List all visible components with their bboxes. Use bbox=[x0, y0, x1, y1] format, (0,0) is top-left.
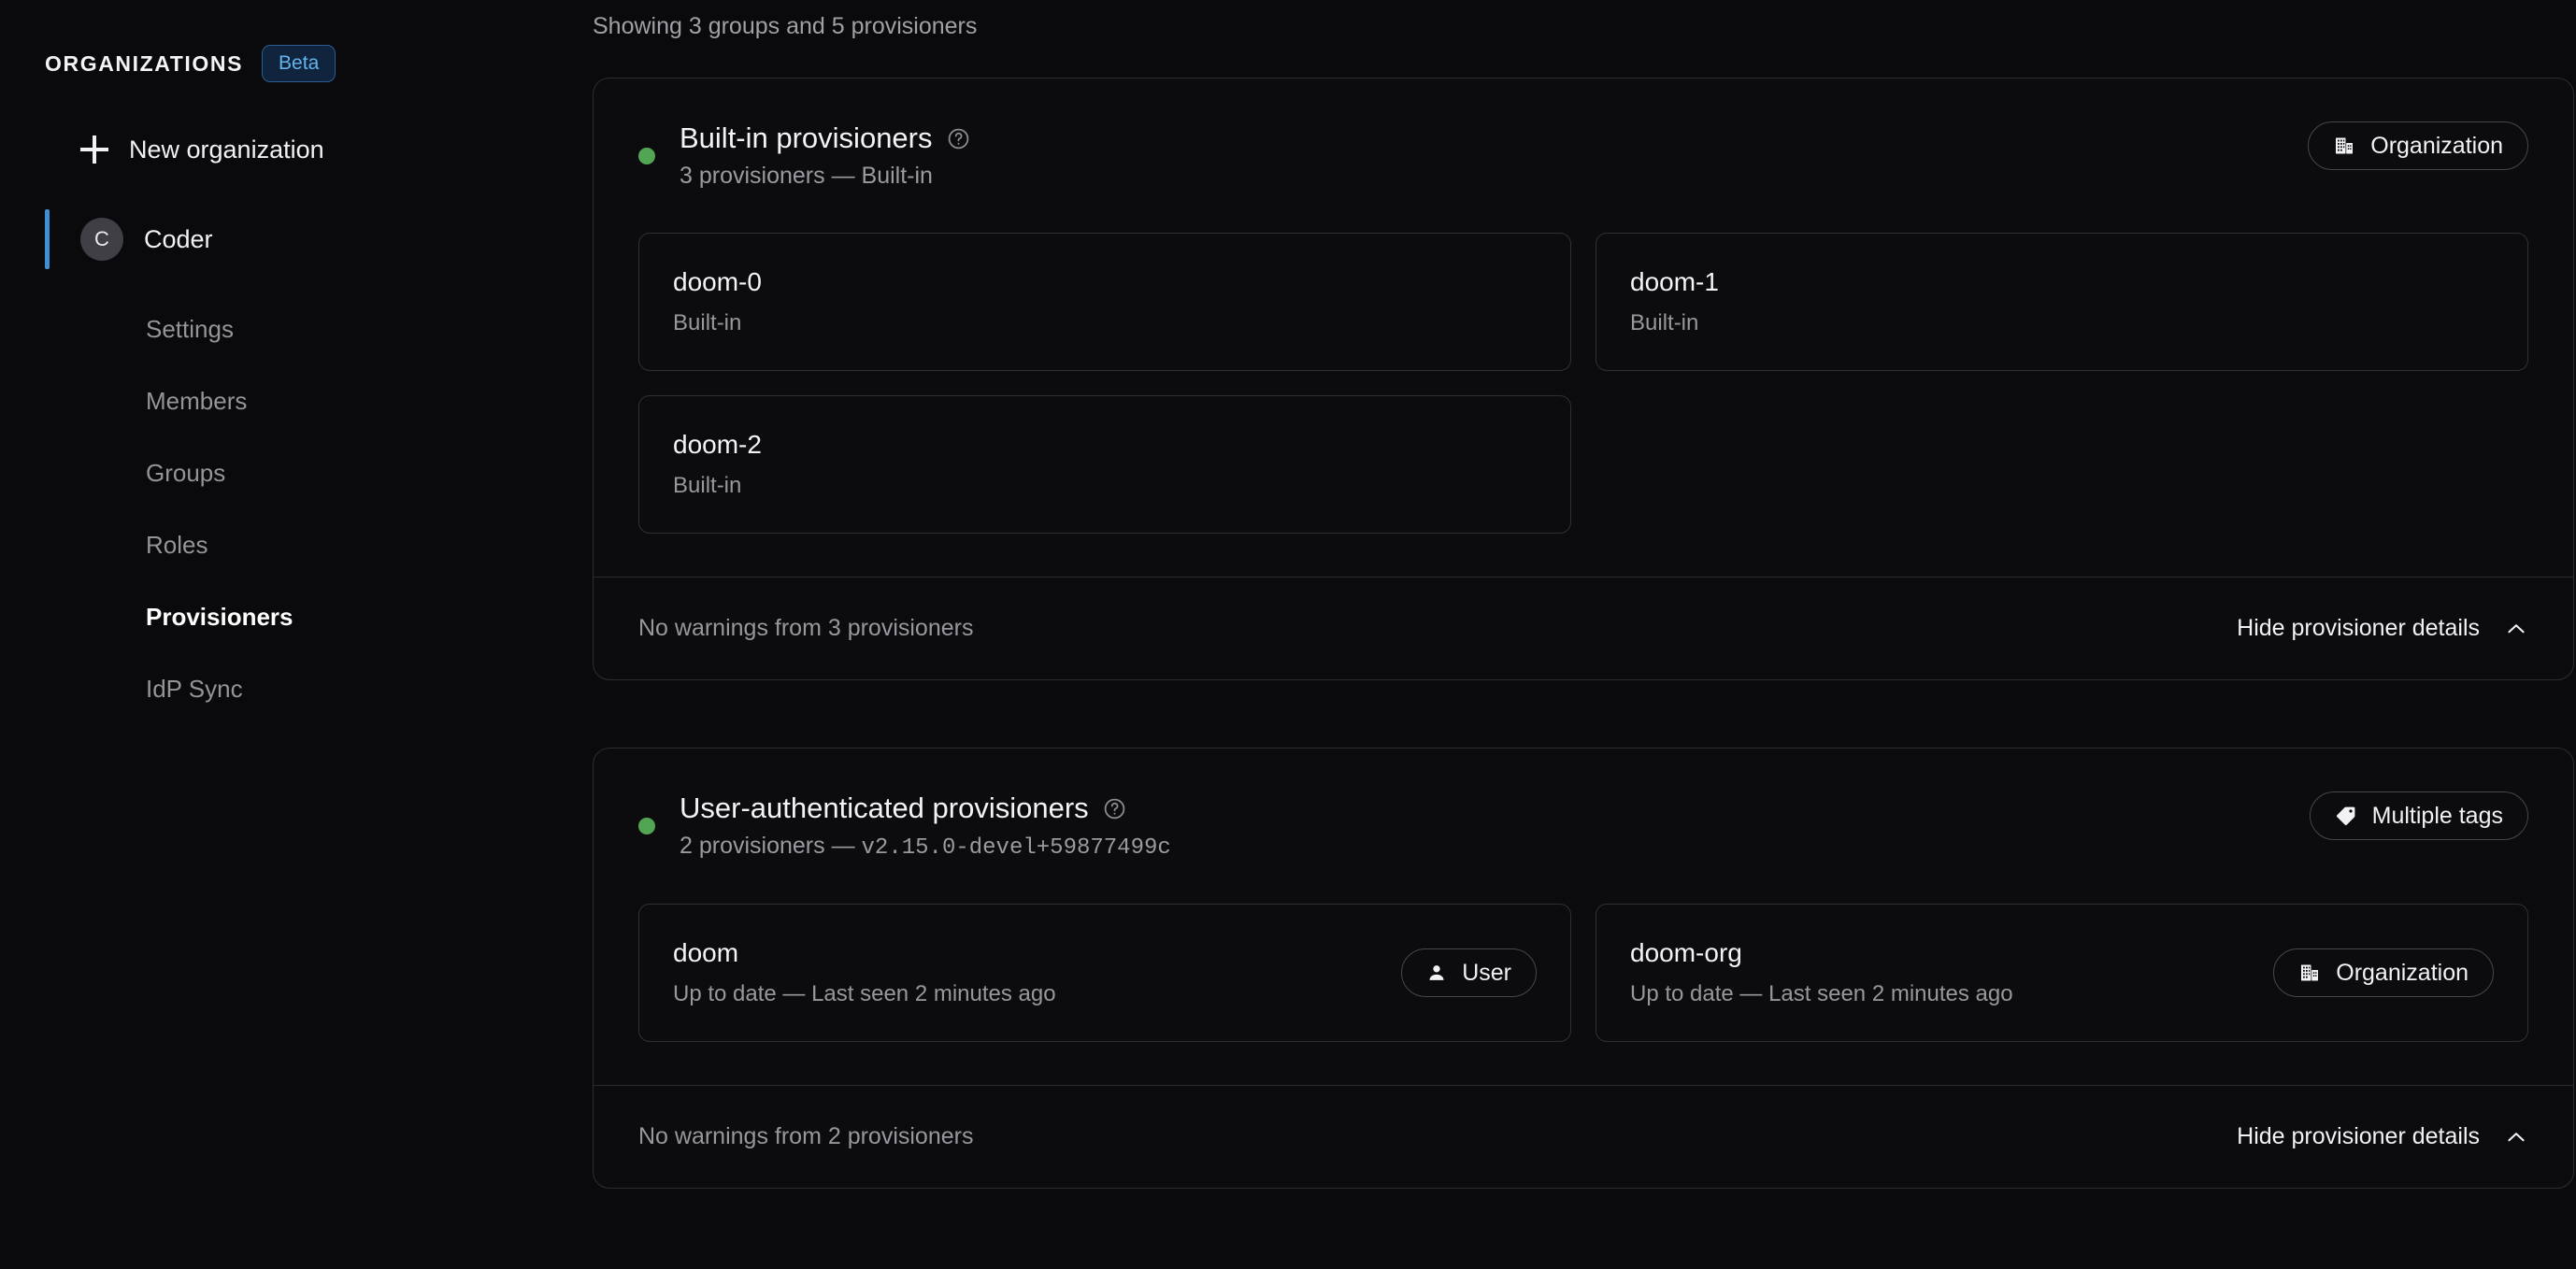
group-subtitle-value: Built-in bbox=[861, 163, 933, 189]
group-badge-label: Multiple tags bbox=[2371, 802, 2503, 829]
chevron-up-icon bbox=[2504, 617, 2528, 641]
footer-warning-text: No warnings from 2 provisioners bbox=[638, 1123, 974, 1149]
new-organization-label: New organization bbox=[129, 135, 324, 164]
provisioner-badge-label: User bbox=[1462, 959, 1511, 986]
sidebar-org-label: Coder bbox=[144, 224, 213, 253]
group-card-body: User-authenticated provisioners 2 provis… bbox=[594, 749, 2573, 1085]
hide-provisioner-details-button[interactable]: Hide provisioner details bbox=[2237, 615, 2528, 642]
group-subtitle: 3 provisioners — Built-in bbox=[680, 163, 970, 190]
group-subtitle-prefix: 3 provisioners — bbox=[680, 163, 862, 189]
group-badge-organization[interactable]: Organization bbox=[2308, 121, 2528, 170]
building-icon bbox=[2298, 962, 2321, 984]
provisioner-name: doom-2 bbox=[673, 430, 762, 459]
main-content: Showing 3 groups and 5 provisioners Buil… bbox=[593, 0, 2576, 1269]
provisioner-card[interactable]: doom-2 Built-in bbox=[638, 395, 1571, 534]
group-badge-multiple-tags[interactable]: Multiple tags bbox=[2309, 791, 2528, 840]
sidebar-item-label: Groups bbox=[146, 459, 226, 487]
tag-icon bbox=[2335, 805, 2357, 827]
group-header-left: Built-in provisioners 3 provisioners — B… bbox=[638, 121, 970, 190]
provisioner-meta: Up to date — Last seen 2 minutes ago bbox=[1630, 981, 2013, 1006]
group-footer: No warnings from 2 provisioners Hide pro… bbox=[594, 1085, 2573, 1188]
sidebar-item-label: Roles bbox=[146, 531, 208, 559]
group-title: Built-in provisioners bbox=[680, 121, 933, 154]
group-title-block: Built-in provisioners 3 provisioners — B… bbox=[680, 121, 970, 190]
group-header: Built-in provisioners 3 provisioners — B… bbox=[638, 121, 2528, 190]
provisioners-page: ORGANIZATIONS Beta New organization C Co… bbox=[0, 0, 2576, 1269]
building-icon bbox=[2333, 135, 2355, 157]
hide-provisioner-details-label: Hide provisioner details bbox=[2237, 615, 2480, 641]
provisioner-card[interactable]: doom-0 Built-in bbox=[638, 233, 1571, 371]
provisioner-name: doom-0 bbox=[673, 267, 762, 296]
plus-icon bbox=[80, 135, 108, 164]
provisioner-meta: Built-in bbox=[673, 473, 742, 498]
status-dot-healthy bbox=[638, 147, 655, 164]
help-circle-icon[interactable] bbox=[947, 127, 970, 150]
user-icon bbox=[1426, 962, 1447, 983]
hide-provisioner-details-label: Hide provisioner details bbox=[2237, 1123, 2480, 1149]
provisioner-card-info: doom Up to date — Last seen 2 minutes ag… bbox=[673, 938, 1056, 1007]
sidebar-section-title: ORGANIZATIONS bbox=[45, 50, 244, 76]
sidebar-item-idp-sync[interactable]: IdP Sync bbox=[146, 653, 593, 725]
sidebar-section-header: ORGANIZATIONS Beta bbox=[0, 45, 593, 82]
group-title-block: User-authenticated provisioners 2 provis… bbox=[680, 791, 1171, 861]
help-circle-icon[interactable] bbox=[1103, 797, 1126, 820]
provisioner-badge-user[interactable]: User bbox=[1401, 948, 1537, 997]
sidebar: ORGANIZATIONS Beta New organization C Co… bbox=[0, 0, 593, 1269]
group-title: User-authenticated provisioners bbox=[680, 791, 1089, 824]
group-subtitle-prefix: 2 provisioners — bbox=[680, 833, 862, 859]
sidebar-item-settings[interactable]: Settings bbox=[146, 293, 593, 365]
provisioner-grid: doom Up to date — Last seen 2 minutes ag… bbox=[638, 904, 2528, 1042]
sidebar-item-label: Members bbox=[146, 387, 248, 415]
showing-summary: Showing 3 groups and 5 provisioners bbox=[593, 13, 978, 39]
active-indicator-bar bbox=[45, 209, 50, 269]
provisioner-name: doom-org bbox=[1630, 938, 1742, 967]
provisioner-group-card: Built-in provisioners 3 provisioners — B… bbox=[593, 78, 2574, 680]
sidebar-item-provisioners[interactable]: Provisioners bbox=[146, 581, 593, 653]
provisioner-card-info: doom-0 Built-in bbox=[673, 267, 762, 336]
group-header: User-authenticated provisioners 2 provis… bbox=[638, 791, 2528, 861]
sidebar-org-coder[interactable]: C Coder bbox=[0, 207, 593, 271]
provisioner-meta: Built-in bbox=[673, 310, 742, 335]
hide-provisioner-details-button[interactable]: Hide provisioner details bbox=[2237, 1123, 2528, 1150]
status-dot-healthy bbox=[638, 818, 655, 834]
provisioner-meta: Up to date — Last seen 2 minutes ago bbox=[673, 981, 1056, 1006]
provisioner-card[interactable]: doom Up to date — Last seen 2 minutes ag… bbox=[638, 904, 1571, 1042]
sidebar-item-members[interactable]: Members bbox=[146, 365, 593, 437]
group-subtitle-value: v2.15.0-devel+59877499c bbox=[861, 835, 1171, 861]
provisioner-card-info: doom-2 Built-in bbox=[673, 430, 762, 499]
provisioner-badge-organization[interactable]: Organization bbox=[2273, 948, 2494, 997]
group-footer: No warnings from 3 provisioners Hide pro… bbox=[594, 577, 2573, 679]
provisioner-badge-label: Organization bbox=[2336, 959, 2469, 986]
provisioner-card-info: doom-1 Built-in bbox=[1630, 267, 1719, 336]
provisioner-card-info: doom-org Up to date — Last seen 2 minute… bbox=[1630, 938, 2013, 1007]
sidebar-item-label: Provisioners bbox=[146, 603, 293, 631]
provisioner-card[interactable]: doom-1 Built-in bbox=[1596, 233, 2528, 371]
sidebar-subnav: Settings Members Groups Roles Provisione… bbox=[0, 293, 593, 725]
group-title-row: User-authenticated provisioners bbox=[680, 791, 1171, 825]
provisioner-card[interactable]: doom-org Up to date — Last seen 2 minute… bbox=[1596, 904, 2528, 1042]
new-organization-button[interactable]: New organization bbox=[0, 121, 593, 178]
provisioner-meta: Built-in bbox=[1630, 310, 1699, 335]
provisioner-name: doom-1 bbox=[1630, 267, 1719, 296]
group-header-left: User-authenticated provisioners 2 provis… bbox=[638, 791, 1171, 861]
sidebar-item-label: IdP Sync bbox=[146, 675, 243, 703]
sidebar-item-roles[interactable]: Roles bbox=[146, 509, 593, 581]
provisioner-name: doom bbox=[673, 938, 739, 967]
chevron-up-icon bbox=[2504, 1125, 2528, 1149]
group-card-body: Built-in provisioners 3 provisioners — B… bbox=[594, 78, 2573, 577]
sidebar-item-groups[interactable]: Groups bbox=[146, 437, 593, 509]
avatar: C bbox=[80, 218, 123, 261]
provisioner-group-card: User-authenticated provisioners 2 provis… bbox=[593, 748, 2574, 1189]
group-subtitle: 2 provisioners — v2.15.0-devel+59877499c bbox=[680, 833, 1171, 861]
footer-warning-text: No warnings from 3 provisioners bbox=[638, 615, 974, 641]
group-title-row: Built-in provisioners bbox=[680, 121, 970, 155]
group-badge-label: Organization bbox=[2370, 132, 2503, 159]
provisioner-grid: doom-0 Built-in doom-1 Built-in doom-2 B… bbox=[638, 233, 2528, 534]
sidebar-item-label: Settings bbox=[146, 315, 234, 343]
beta-badge: Beta bbox=[262, 45, 336, 82]
